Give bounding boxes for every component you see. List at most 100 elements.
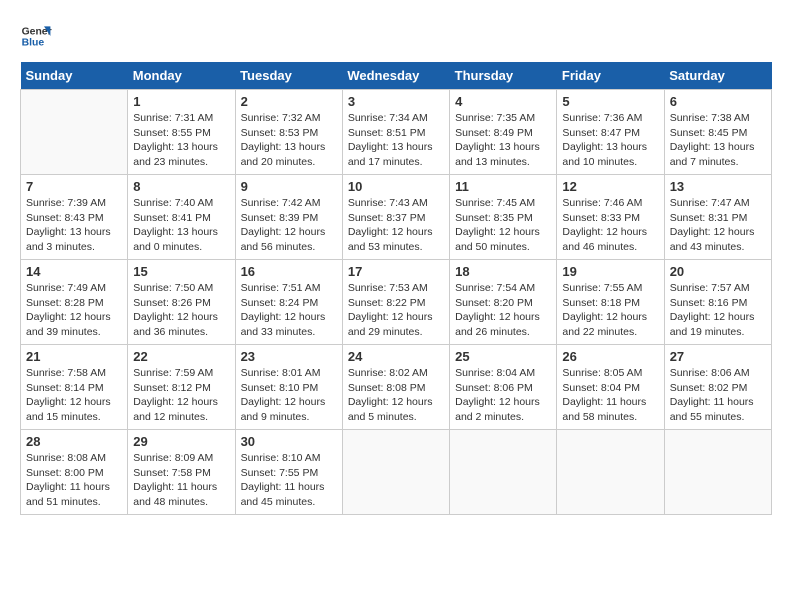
calendar-cell: 1 Sunrise: 7:31 AMSunset: 8:55 PMDaylight… (128, 90, 235, 175)
calendar-cell: 20Sunrise: 7:57 AMSunset: 8:16 PMDayligh… (664, 260, 771, 345)
weekday-header-tuesday: Tuesday (235, 62, 342, 90)
cell-info: Sunrise: 7:58 AMSunset: 8:14 PMDaylight:… (26, 366, 122, 425)
date-number: 16 (241, 264, 337, 279)
calendar-cell (21, 90, 128, 175)
calendar-cell (664, 430, 771, 515)
cell-info: Sunrise: 7:46 AMSunset: 8:33 PMDaylight:… (562, 196, 658, 255)
calendar-cell: 6Sunrise: 7:38 AMSunset: 8:45 PMDaylight… (664, 90, 771, 175)
weekday-header-wednesday: Wednesday (342, 62, 449, 90)
calendar-cell (557, 430, 664, 515)
logo: General Blue (20, 20, 52, 52)
cell-info: Sunrise: 7:31 AMSunset: 8:55 PMDaylight:… (133, 111, 229, 170)
cell-info: Sunrise: 8:05 AMSunset: 8:04 PMDaylight:… (562, 366, 658, 425)
calendar-cell (342, 430, 449, 515)
calendar-cell: 29 Sunrise: 8:09 AMSunset: 7:58 PMDayligh… (128, 430, 235, 515)
calendar-cell: 3Sunrise: 7:34 AMSunset: 8:51 PMDaylight… (342, 90, 449, 175)
date-number: 7 (26, 179, 122, 194)
date-number: 14 (26, 264, 122, 279)
calendar-cell: 21Sunrise: 7:58 AMSunset: 8:14 PMDayligh… (21, 345, 128, 430)
date-number: 12 (562, 179, 658, 194)
weekday-header-saturday: Saturday (664, 62, 771, 90)
calendar-cell: 14Sunrise: 7:49 AMSunset: 8:28 PMDayligh… (21, 260, 128, 345)
date-number: 23 (241, 349, 337, 364)
calendar-week-5: 28 Sunrise: 8:08 AMSunset: 8:00 PMDayligh… (21, 430, 772, 515)
date-number: 5 (562, 94, 658, 109)
date-number: 1 (133, 94, 229, 109)
calendar-cell: 30 Sunrise: 8:10 AMSunset: 7:55 PMDayligh… (235, 430, 342, 515)
calendar-cell: 12 Sunrise: 7:46 AMSunset: 8:33 PMDayligh… (557, 175, 664, 260)
calendar-cell: 7 Sunrise: 7:39 AMSunset: 8:43 PMDaylight… (21, 175, 128, 260)
calendar-cell: 13 Sunrise: 7:47 AMSunset: 8:31 PMDayligh… (664, 175, 771, 260)
calendar-week-4: 21Sunrise: 7:58 AMSunset: 8:14 PMDayligh… (21, 345, 772, 430)
cell-info: Sunrise: 7:57 AMSunset: 8:16 PMDaylight:… (670, 281, 766, 340)
calendar-week-3: 14Sunrise: 7:49 AMSunset: 8:28 PMDayligh… (21, 260, 772, 345)
calendar-cell: 22 Sunrise: 7:59 AMSunset: 8:12 PMDayligh… (128, 345, 235, 430)
date-number: 22 (133, 349, 229, 364)
cell-info: Sunrise: 7:45 AMSunset: 8:35 PMDaylight:… (455, 196, 551, 255)
calendar-cell (450, 430, 557, 515)
cell-info: Sunrise: 7:59 AMSunset: 8:12 PMDaylight:… (133, 366, 229, 425)
logo-icon: General Blue (20, 20, 52, 52)
calendar-body: 1 Sunrise: 7:31 AMSunset: 8:55 PMDaylight… (21, 90, 772, 515)
date-number: 15 (133, 264, 229, 279)
calendar-cell: 11 Sunrise: 7:45 AMSunset: 8:35 PMDayligh… (450, 175, 557, 260)
calendar-cell: 23 Sunrise: 8:01 AMSunset: 8:10 PMDayligh… (235, 345, 342, 430)
date-number: 13 (670, 179, 766, 194)
date-number: 17 (348, 264, 444, 279)
date-number: 26 (562, 349, 658, 364)
weekday-header-thursday: Thursday (450, 62, 557, 90)
calendar-cell: 9 Sunrise: 7:42 AMSunset: 8:39 PMDaylight… (235, 175, 342, 260)
cell-info: Sunrise: 8:02 AMSunset: 8:08 PMDaylight:… (348, 366, 444, 425)
date-number: 9 (241, 179, 337, 194)
calendar-cell: 27 Sunrise: 8:06 AMSunset: 8:02 PMDayligh… (664, 345, 771, 430)
calendar-cell: 25 Sunrise: 8:04 AMSunset: 8:06 PMDayligh… (450, 345, 557, 430)
date-number: 24 (348, 349, 444, 364)
date-number: 25 (455, 349, 551, 364)
calendar-cell: 26 Sunrise: 8:05 AMSunset: 8:04 PMDayligh… (557, 345, 664, 430)
calendar-cell: 19 Sunrise: 7:55 AMSunset: 8:18 PMDayligh… (557, 260, 664, 345)
calendar-cell: 5 Sunrise: 7:36 AMSunset: 8:47 PMDaylight… (557, 90, 664, 175)
cell-info: Sunrise: 7:53 AMSunset: 8:22 PMDaylight:… (348, 281, 444, 340)
page-header: General Blue (20, 20, 772, 52)
date-number: 4 (455, 94, 551, 109)
date-number: 3 (348, 94, 444, 109)
date-number: 19 (562, 264, 658, 279)
weekday-header-row: SundayMondayTuesdayWednesdayThursdayFrid… (21, 62, 772, 90)
date-number: 18 (455, 264, 551, 279)
cell-info: Sunrise: 7:40 AMSunset: 8:41 PMDaylight:… (133, 196, 229, 255)
cell-info: Sunrise: 7:47 AMSunset: 8:31 PMDaylight:… (670, 196, 766, 255)
cell-info: Sunrise: 7:42 AMSunset: 8:39 PMDaylight:… (241, 196, 337, 255)
calendar-cell: 8Sunrise: 7:40 AMSunset: 8:41 PMDaylight… (128, 175, 235, 260)
cell-info: Sunrise: 8:09 AMSunset: 7:58 PMDaylight:… (133, 451, 229, 510)
cell-info: Sunrise: 7:54 AMSunset: 8:20 PMDaylight:… (455, 281, 551, 340)
cell-info: Sunrise: 7:38 AMSunset: 8:45 PMDaylight:… (670, 111, 766, 170)
cell-info: Sunrise: 7:55 AMSunset: 8:18 PMDaylight:… (562, 281, 658, 340)
calendar-cell: 2 Sunrise: 7:32 AMSunset: 8:53 PMDaylight… (235, 90, 342, 175)
weekday-header-monday: Monday (128, 62, 235, 90)
weekday-header-friday: Friday (557, 62, 664, 90)
cell-info: Sunrise: 7:39 AMSunset: 8:43 PMDaylight:… (26, 196, 122, 255)
cell-info: Sunrise: 7:36 AMSunset: 8:47 PMDaylight:… (562, 111, 658, 170)
date-number: 2 (241, 94, 337, 109)
cell-info: Sunrise: 8:04 AMSunset: 8:06 PMDaylight:… (455, 366, 551, 425)
cell-info: Sunrise: 8:06 AMSunset: 8:02 PMDaylight:… (670, 366, 766, 425)
calendar-cell: 28 Sunrise: 8:08 AMSunset: 8:00 PMDayligh… (21, 430, 128, 515)
calendar-table: SundayMondayTuesdayWednesdayThursdayFrid… (20, 62, 772, 515)
cell-info: Sunrise: 8:01 AMSunset: 8:10 PMDaylight:… (241, 366, 337, 425)
calendar-cell: 16 Sunrise: 7:51 AMSunset: 8:24 PMDayligh… (235, 260, 342, 345)
cell-info: Sunrise: 8:10 AMSunset: 7:55 PMDaylight:… (241, 451, 337, 510)
cell-info: Sunrise: 7:35 AMSunset: 8:49 PMDaylight:… (455, 111, 551, 170)
date-number: 29 (133, 434, 229, 449)
cell-info: Sunrise: 7:32 AMSunset: 8:53 PMDaylight:… (241, 111, 337, 170)
calendar-week-2: 7 Sunrise: 7:39 AMSunset: 8:43 PMDaylight… (21, 175, 772, 260)
date-number: 28 (26, 434, 122, 449)
date-number: 10 (348, 179, 444, 194)
date-number: 11 (455, 179, 551, 194)
date-number: 27 (670, 349, 766, 364)
cell-info: Sunrise: 7:50 AMSunset: 8:26 PMDaylight:… (133, 281, 229, 340)
calendar-cell: 4 Sunrise: 7:35 AMSunset: 8:49 PMDaylight… (450, 90, 557, 175)
cell-info: Sunrise: 8:08 AMSunset: 8:00 PMDaylight:… (26, 451, 122, 510)
cell-info: Sunrise: 7:51 AMSunset: 8:24 PMDaylight:… (241, 281, 337, 340)
calendar-cell: 17 Sunrise: 7:53 AMSunset: 8:22 PMDayligh… (342, 260, 449, 345)
date-number: 30 (241, 434, 337, 449)
